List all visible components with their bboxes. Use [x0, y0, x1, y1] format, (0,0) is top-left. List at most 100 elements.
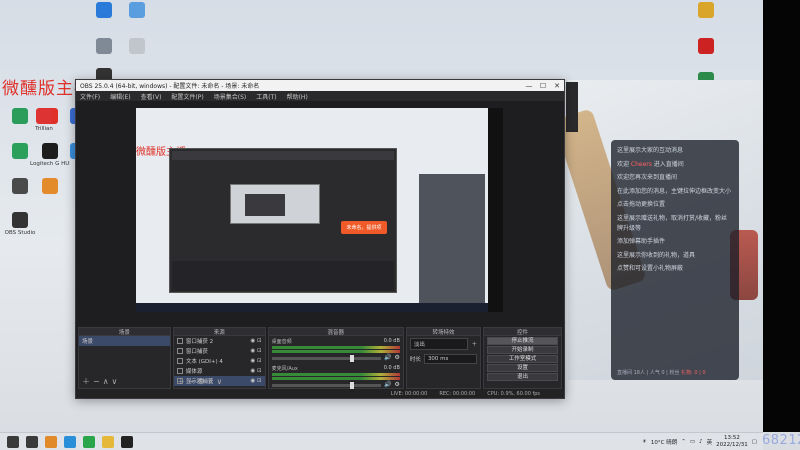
obs-titlebar[interactable]: OBS 25.0.4 (64-bit, windows) - 配置文件: 未命名…	[76, 80, 564, 91]
scenes-toolbar[interactable]: ＋−∧∨	[82, 376, 120, 387]
menu-tools[interactable]: 工具(T)	[256, 92, 276, 101]
app-icon	[12, 178, 28, 194]
eye-icon[interactable]: ◉	[250, 338, 255, 344]
obs-window: OBS 25.0.4 (64-bit, windows) - 配置文件: 未命名…	[75, 79, 565, 399]
nested-titlebar	[172, 151, 394, 160]
eye-icon[interactable]: ◉	[250, 358, 255, 364]
maximize-button[interactable]: ☐	[536, 82, 550, 90]
speaker-icon[interactable]: 🔊	[384, 381, 391, 388]
volume-slider-knob[interactable]	[350, 355, 355, 362]
volume-slider[interactable]	[271, 382, 382, 389]
eye-icon[interactable]: ◉	[250, 348, 255, 354]
nested-preview-inner	[245, 194, 285, 216]
volume-slider-knob[interactable]	[350, 382, 355, 389]
tray-chevron-icon[interactable]: ⌃	[681, 439, 686, 445]
app-icon	[96, 2, 112, 18]
source-item[interactable]: 窗口捕获 ◉ ⊡	[174, 346, 265, 356]
minimize-button[interactable]: —	[522, 82, 536, 90]
obs-preview-canvas[interactable]: 微醺版主播 未命名，提供项	[136, 108, 503, 312]
lock-icon[interactable]: ⊡	[257, 378, 262, 384]
menu-edit[interactable]: 编辑(E)	[110, 92, 130, 101]
control-button[interactable]: 停止推流	[486, 337, 558, 345]
lock-icon[interactable]: ⊡	[257, 338, 262, 344]
ime-indicator[interactable]: 英	[707, 438, 713, 446]
speaker-icon[interactable]: 🔊	[384, 354, 391, 361]
control-button[interactable]: 开始录制	[486, 346, 558, 354]
transitions-dock: 转场特效 淡出 ＋ 时长 300 ms	[405, 327, 481, 389]
app-orange-icon[interactable]	[45, 435, 57, 448]
obs-window-title: OBS 25.0.4 (64-bit, windows) - 配置文件: 未命名…	[80, 83, 260, 90]
menu-scene-collection[interactable]: 场景集合(S)	[214, 92, 247, 101]
scenes-header: 场景	[79, 328, 170, 336]
desktop-icon[interactable]	[117, 2, 157, 20]
gear-icon[interactable]: ⚙	[395, 381, 400, 388]
preview-orange-button: 未命名，提供项	[341, 221, 387, 234]
preview-dark-strip	[488, 108, 503, 312]
chat-message: 这里展示你收到的礼物，道具	[617, 251, 696, 259]
channel-name: 桌面音频	[271, 339, 292, 345]
desktop-icon[interactable]	[30, 178, 70, 196]
chat-overlay: 这里展示大家的互动消息 欢迎 Cheers 进入直播间 欢迎您再次来到直播间 在此添加…	[611, 140, 739, 380]
source-name: 窗口捕获 2	[185, 339, 214, 345]
source-type-icon	[176, 358, 183, 364]
duration-input[interactable]: 300 ms	[423, 354, 477, 364]
start-icon[interactable]	[7, 435, 19, 448]
source-item[interactable]: 窗口捕获 2 ◉ ⊡	[174, 336, 265, 346]
desktop-icon[interactable]	[686, 2, 726, 20]
eye-icon[interactable]: ◉	[250, 368, 255, 374]
mixer-header: 混音器	[268, 328, 403, 336]
menu-profile[interactable]: 配置文件(P)	[171, 92, 203, 101]
source-item[interactable]: 媒体源 ◉ ⊡	[174, 366, 265, 376]
desktop-icon[interactable]	[117, 38, 157, 56]
eye-icon[interactable]: ◉	[250, 378, 255, 384]
sources-toolbar[interactable]: ＋−⚙∧∨	[177, 376, 226, 387]
chat-footer-gifts: 礼物: 0 | 0	[681, 370, 706, 376]
scene-item[interactable]: 场景	[79, 336, 170, 346]
app-icon	[698, 38, 714, 54]
close-button[interactable]: ✕	[550, 82, 564, 90]
controls-header: 控件	[483, 328, 561, 336]
add-transition-icon[interactable]: ＋	[471, 340, 477, 348]
obs-side-toolbar[interactable]	[566, 82, 578, 132]
obs-taskbar-icon[interactable]	[26, 435, 38, 448]
app-icon	[129, 2, 145, 18]
lock-icon[interactable]: ⊡	[257, 348, 262, 354]
control-button[interactable]: 工作室模式	[486, 355, 558, 363]
transition-type-select[interactable]: 淡出	[409, 338, 469, 350]
volume-meter	[271, 350, 400, 353]
desktop-icon-label: Logitech G HUB	[30, 161, 70, 167]
nested-docks	[172, 261, 394, 291]
edge-icon[interactable]	[64, 435, 76, 448]
lock-icon[interactable]: ⊡	[257, 368, 262, 374]
status-cpu: CPU: 0.9%, 60.00 fps	[487, 390, 540, 397]
control-button[interactable]: 设置	[486, 364, 558, 372]
scenes-dock: 场景 场景 ＋−∧∨	[78, 327, 171, 389]
folder-icon[interactable]	[102, 435, 114, 448]
viewer-counter: 68212	[762, 433, 800, 448]
network-icon[interactable]: ▭	[690, 439, 695, 445]
wechat-icon[interactable]	[83, 435, 95, 448]
menu-view[interactable]: 查看(V)	[141, 92, 162, 101]
weather-icon[interactable]: ☀	[642, 439, 647, 445]
menu-help[interactable]: 帮助(H)	[287, 92, 308, 101]
app-icon	[42, 143, 58, 159]
lock-icon[interactable]: ⊡	[257, 358, 262, 364]
qq-icon[interactable]	[121, 435, 133, 448]
control-button[interactable]: 退出	[486, 373, 558, 381]
clock[interactable]: 13:52 2022/12/31	[716, 435, 748, 447]
volume-meter	[271, 346, 400, 349]
desktop-icon-label: Trillian	[35, 126, 53, 132]
weather-text[interactable]: 10°C 晴朗	[651, 438, 677, 446]
controls-dock: 控件 停止推流 开始录制 工作室模式 设置 退出	[482, 327, 562, 389]
desktop-icon[interactable]	[686, 38, 726, 56]
volume-icon[interactable]: ♪	[699, 439, 703, 445]
app-icon	[42, 178, 58, 194]
system-tray: ☀ 10°C 晴朗 ⌃ ▭ ♪ 英 13:52 2022/12/31 ▢	[642, 435, 763, 447]
notification-icon[interactable]: ▢	[752, 439, 757, 445]
app-icon	[129, 38, 145, 54]
volume-slider[interactable]	[271, 355, 382, 362]
source-item[interactable]: 文本 (GDI+) 4 ◉ ⊡	[174, 356, 265, 366]
menu-file[interactable]: 文件(F)	[80, 92, 100, 101]
gear-icon[interactable]: ⚙	[395, 354, 400, 361]
desktop-icon[interactable]: OBS Studio	[0, 212, 40, 236]
